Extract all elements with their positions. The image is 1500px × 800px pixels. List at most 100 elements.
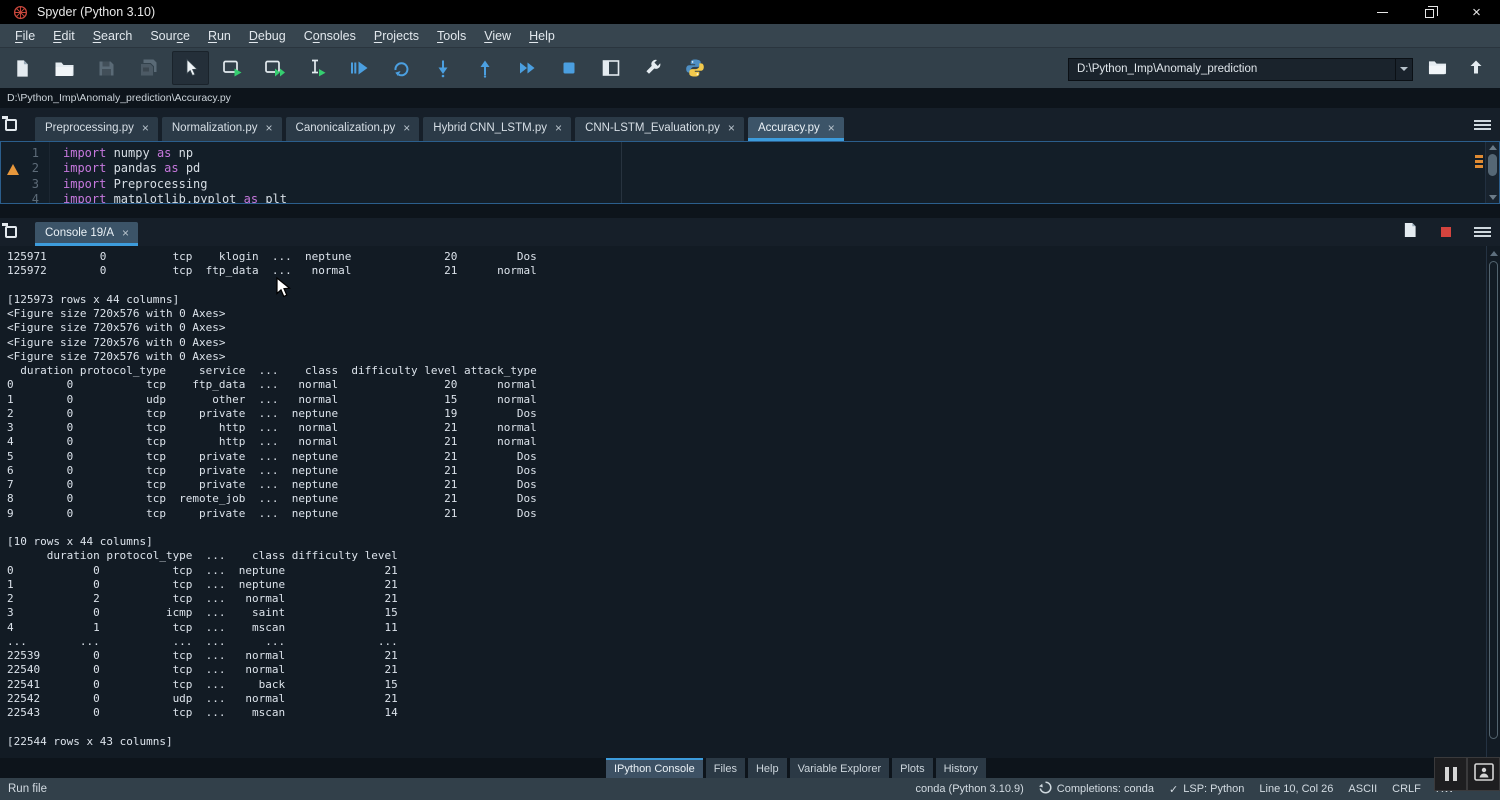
close-icon[interactable]: ×: [403, 123, 410, 133]
console-scroll-thumb[interactable]: [1489, 261, 1498, 739]
browse-directory-button[interactable]: [1422, 56, 1452, 82]
parent-directory-button[interactable]: [1461, 56, 1491, 82]
menu-view[interactable]: View: [475, 27, 520, 45]
code-line[interactable]: 4import matplotlib.pyplot as plt: [1, 192, 1499, 204]
step-into-button[interactable]: [424, 51, 461, 85]
run-to-line-icon: [391, 58, 411, 78]
new-console-button[interactable]: [1392, 222, 1428, 243]
continue-icon: [517, 58, 537, 78]
minimize-button[interactable]: [1359, 0, 1406, 24]
editor-scroll-thumb[interactable]: [1488, 154, 1497, 176]
step-return-button[interactable]: [466, 51, 503, 85]
menu-edit[interactable]: Edit: [44, 27, 84, 45]
editor-tab-canonicalization-py[interactable]: Canonicalization.py×: [286, 117, 420, 141]
status-segment-text: LSP: Python: [1183, 783, 1244, 795]
working-directory-combo[interactable]: D:\Python_Imp\Anomaly_prediction: [1068, 58, 1413, 81]
code-editor[interactable]: 1import numpy as np2import pandas as pd3…: [0, 141, 1500, 204]
status-segment: ASCII: [1348, 783, 1377, 795]
preferences-button[interactable]: [634, 51, 671, 85]
menu-bar: FileEditSearchSourceRunDebugConsolesProj…: [0, 24, 1500, 48]
maximize-pane-button[interactable]: [592, 51, 629, 85]
tab-label: Accuracy.py: [758, 122, 820, 134]
menu-projects[interactable]: Projects: [365, 27, 428, 45]
interrupt-kernel-button[interactable]: [1428, 227, 1464, 237]
run-selection-icon: [307, 58, 327, 78]
pane-tab-ipython-console[interactable]: IPython Console: [606, 758, 703, 778]
run-cell-button[interactable]: [214, 51, 251, 85]
line-number: 3: [1, 177, 45, 192]
menu-search[interactable]: Search: [84, 27, 142, 45]
close-icon[interactable]: ×: [828, 123, 835, 133]
line-number: 4: [1, 192, 45, 204]
scroll-up-icon[interactable]: [1490, 251, 1498, 256]
editor-tab-cnn-lstm-evaluation-py[interactable]: CNN-LSTM_Evaluation.py×: [575, 117, 744, 141]
restore-button[interactable]: [1406, 0, 1453, 24]
pane-tab-help[interactable]: Help: [748, 758, 787, 778]
pointer-icon: [181, 58, 201, 78]
code-text: import pandas as pd: [45, 161, 200, 176]
browse-console-tabs-button[interactable]: [5, 222, 31, 242]
pane-tab-files[interactable]: Files: [706, 758, 745, 778]
editor-options-menu-icon[interactable]: [1474, 118, 1491, 132]
close-icon[interactable]: ×: [142, 123, 149, 133]
run-cell-advance-icon: [264, 58, 286, 78]
warning-icon: [7, 164, 19, 175]
status-segment-text: Completions: conda: [1057, 783, 1154, 795]
close-icon[interactable]: ×: [555, 123, 562, 133]
scroll-up-icon[interactable]: [1489, 145, 1497, 150]
chevron-down-icon[interactable]: [1395, 59, 1412, 80]
menu-help[interactable]: Help: [520, 27, 564, 45]
open-file-icon: [54, 59, 75, 78]
menu-file[interactable]: File: [6, 27, 44, 45]
save-file-button[interactable]: [88, 51, 125, 85]
console-tab[interactable]: Console 19/A ×: [35, 222, 138, 246]
editor-tab-accuracy-py[interactable]: Accuracy.py ×: [748, 117, 844, 141]
editor-tab-preprocessing-py[interactable]: Preprocessing.py×: [35, 117, 158, 141]
status-segment: ✓LSP: Python: [1169, 783, 1244, 796]
webcam-toggle-button[interactable]: [1467, 757, 1500, 791]
run-cell-advance-button[interactable]: [256, 51, 293, 85]
save-all-button[interactable]: [130, 51, 167, 85]
editor-tab-hybrid-cnn-lstm-py[interactable]: Hybrid CNN_LSTM.py×: [423, 117, 571, 141]
open-file-button[interactable]: [46, 51, 83, 85]
code-line[interactable]: 3import Preprocessing: [1, 177, 1499, 192]
pane-tab-history[interactable]: History: [936, 758, 986, 778]
close-icon[interactable]: ×: [728, 123, 735, 133]
code-line[interactable]: 1import numpy as np: [1, 146, 1499, 161]
pointer-button[interactable]: [172, 51, 209, 85]
panel-splitter[interactable]: [0, 204, 1500, 218]
debug-file-button[interactable]: [340, 51, 377, 85]
menu-tools[interactable]: Tools: [428, 27, 475, 45]
ipython-console-output[interactable]: 125971 0 tcp klogin ... neptune 20 Dos 1…: [0, 246, 1500, 758]
line-number: 2: [1, 161, 45, 176]
pane-tab-variable-explorer[interactable]: Variable Explorer: [790, 758, 890, 778]
continue-button[interactable]: [508, 51, 545, 85]
arrow-up-icon: [1467, 58, 1485, 81]
scroll-down-icon[interactable]: [1489, 195, 1497, 200]
menu-source[interactable]: Source: [141, 27, 199, 45]
editor-scrollbar[interactable]: [1485, 142, 1499, 203]
close-icon[interactable]: ×: [122, 228, 129, 238]
run-to-line-button[interactable]: [382, 51, 419, 85]
menu-consoles[interactable]: Consoles: [295, 27, 365, 45]
python-button[interactable]: [676, 51, 713, 85]
menu-debug[interactable]: Debug: [240, 27, 295, 45]
console-scrollbar[interactable]: [1486, 246, 1499, 758]
stop-debug-button[interactable]: [550, 51, 587, 85]
browse-tabs-button[interactable]: [5, 115, 31, 135]
pane-tab-plots[interactable]: Plots: [892, 758, 932, 778]
pause-recording-button[interactable]: [1434, 757, 1467, 791]
window-title: Spyder (Python 3.10): [37, 5, 155, 19]
close-window-button[interactable]: ×: [1453, 0, 1500, 24]
code-line[interactable]: 2import pandas as pd: [1, 161, 1499, 176]
menu-run[interactable]: Run: [199, 27, 240, 45]
run-selection-button[interactable]: [298, 51, 335, 85]
current-file-path: D:\Python_Imp\Anomaly_prediction\Accurac…: [7, 92, 231, 104]
browse-tabs-icon: [5, 119, 17, 131]
editor-tab-normalization-py[interactable]: Normalization.py×: [162, 117, 282, 141]
new-file-button[interactable]: [4, 51, 41, 85]
new-file-icon: [13, 59, 32, 78]
close-icon[interactable]: ×: [266, 123, 273, 133]
editor-tab-bar: Preprocessing.py×Normalization.py×Canoni…: [0, 108, 1500, 141]
console-options-button[interactable]: [1464, 225, 1500, 239]
